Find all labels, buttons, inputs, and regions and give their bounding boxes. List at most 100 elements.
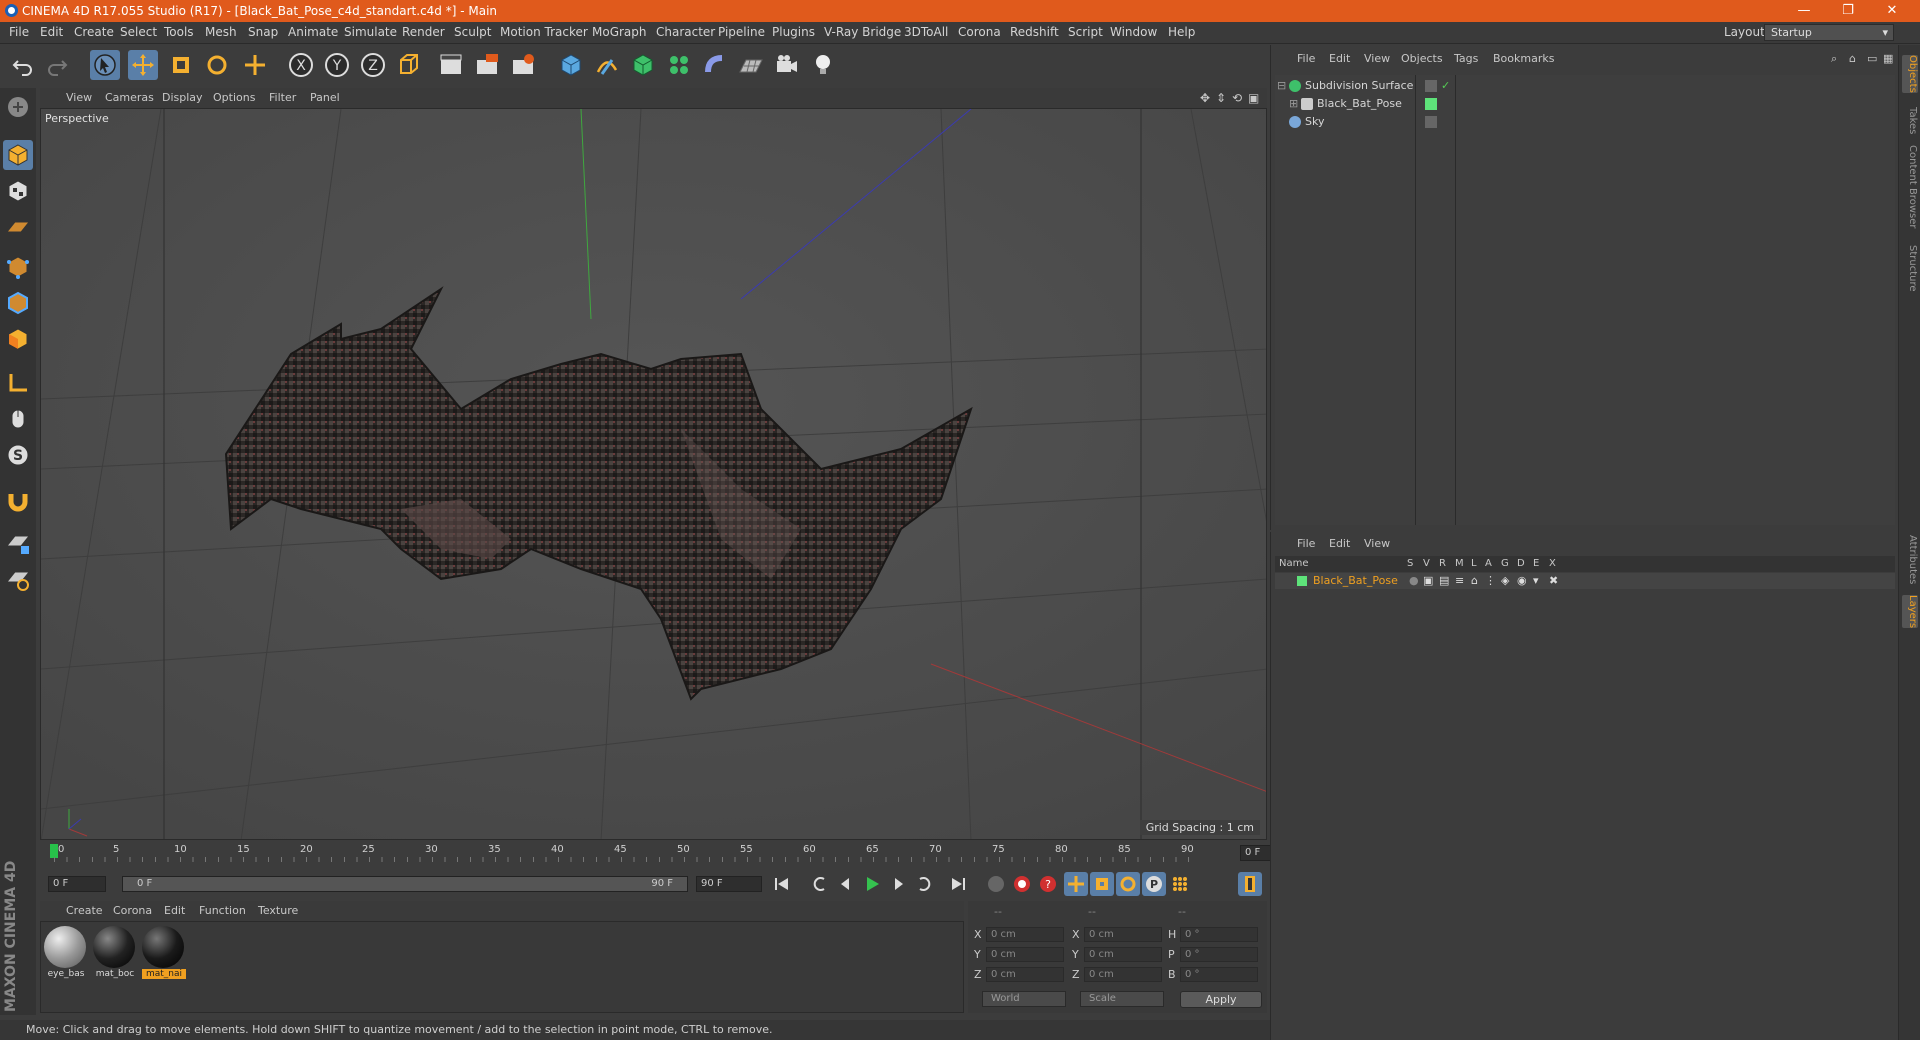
layer-row[interactable]: Black_Bat_Pose ● ▣ ▤ ≡ ⌂ ⋮ ◈ ◉ ▾ ✖ — [1275, 573, 1895, 589]
object-row-sky[interactable]: Sky — [1275, 113, 1895, 131]
menu-mograph[interactable]: MoGraph — [592, 25, 647, 39]
objects-menu-tags[interactable]: Tags — [1454, 52, 1478, 65]
play-button[interactable] — [860, 872, 884, 896]
menu-file[interactable]: File — [9, 25, 29, 39]
lock-icon[interactable]: ▭ — [1867, 52, 1877, 65]
viewport-menu-panel[interactable]: Panel — [310, 91, 340, 104]
render-view-button[interactable] — [436, 50, 466, 80]
frame-range-slider[interactable]: 0 F 90 F — [122, 876, 688, 892]
render-settings-button[interactable] — [508, 50, 538, 80]
maximize-button[interactable]: ❐ — [1828, 0, 1868, 22]
move-tool-button[interactable] — [128, 50, 158, 80]
object-row-black-bat-pose[interactable]: ⊞ Black_Bat_Pose — [1275, 95, 1895, 113]
menu-character[interactable]: Character — [656, 25, 715, 39]
undo-button[interactable] — [8, 50, 38, 80]
workplane-lock-button[interactable] — [3, 528, 33, 558]
z-axis-button[interactable]: Z — [358, 50, 388, 80]
collapse-icon[interactable]: ⊟ — [1277, 77, 1286, 95]
tab-content-browser[interactable]: Content Browser — [1902, 145, 1918, 228]
perspective-viewport[interactable]: Perspective Grid Spacing : 1 cm — [40, 108, 1267, 840]
objects-menu-view[interactable]: View — [1364, 52, 1390, 65]
menu-motion-tracker[interactable]: Motion Tracker — [500, 25, 588, 39]
layout-select[interactable]: Startup ▾ — [1764, 24, 1894, 41]
viewport-menu-cameras[interactable]: Cameras — [105, 91, 154, 104]
timeline-window-button[interactable] — [1238, 872, 1262, 896]
menu-pipeline[interactable]: Pipeline — [718, 25, 765, 39]
viewport-rotate-icon[interactable]: ⟲ — [1232, 91, 1242, 105]
rotate-tool-button[interactable] — [202, 50, 232, 80]
model-mode-button[interactable] — [3, 140, 33, 170]
pos-x-field[interactable]: 0 cm — [986, 927, 1064, 942]
menu-simulate[interactable]: Simulate — [344, 25, 397, 39]
tab-takes[interactable]: Takes — [1902, 107, 1918, 134]
menu-help[interactable]: Help — [1168, 25, 1195, 39]
pos-z-field[interactable]: 0 cm — [986, 967, 1064, 982]
workplane-mode-button[interactable] — [3, 212, 33, 242]
polygons-mode-button[interactable] — [3, 324, 33, 354]
render-to-picture-viewer-button[interactable] — [472, 50, 502, 80]
enabled-check-icon[interactable]: ✓ — [1441, 77, 1450, 95]
pen-spline-button[interactable] — [592, 50, 622, 80]
size-mode-select[interactable]: Scale — [1080, 991, 1164, 1007]
subdivision-surface-button[interactable] — [628, 50, 658, 80]
tweak-mode-button[interactable] — [3, 404, 33, 434]
material-swatch[interactable]: mat_boc — [93, 926, 137, 986]
redo-button[interactable] — [42, 50, 72, 80]
objects-menu-objects[interactable]: Objects — [1401, 52, 1443, 65]
menu-edit[interactable]: Edit — [40, 25, 63, 39]
menu-animate[interactable]: Animate — [288, 25, 338, 39]
solo-button[interactable]: S — [3, 440, 33, 470]
key-rotation-button[interactable] — [1116, 872, 1140, 896]
go-to-start-button[interactable] — [770, 872, 794, 896]
go-to-end-button[interactable] — [946, 872, 970, 896]
manager-toggle-icon[interactable]: ≡ — [1455, 573, 1464, 589]
menu-corona[interactable]: Corona — [958, 25, 1001, 39]
live-selection-button[interactable] — [90, 50, 120, 80]
animation-toggle-icon[interactable]: ⋮ — [1485, 573, 1496, 589]
menu-create[interactable]: Create — [74, 25, 114, 39]
viewport-menu-display[interactable]: Display — [162, 91, 203, 104]
viewport-menu-options[interactable]: Options — [213, 91, 255, 104]
viewport-maximize-icon[interactable]: ▣ — [1248, 91, 1259, 105]
next-key-button[interactable] — [912, 872, 936, 896]
material-menu-corona[interactable]: Corona — [113, 904, 152, 917]
tab-objects[interactable]: Objects — [1902, 55, 1918, 93]
tab-structure[interactable]: Structure — [1902, 245, 1918, 292]
menu-window[interactable]: Window — [1110, 25, 1157, 39]
menu-select[interactable]: Select — [120, 25, 157, 39]
key-position-button[interactable] — [1064, 872, 1088, 896]
rot-b-field[interactable]: 0 ° — [1180, 967, 1258, 982]
home-icon[interactable]: ⌂ — [1849, 52, 1856, 65]
layer-color-swatch[interactable] — [1297, 576, 1307, 586]
menu-sculpt[interactable]: Sculpt — [454, 25, 491, 39]
search-icon[interactable]: ⌕ — [1831, 52, 1837, 66]
timeline-ruler[interactable]: 0 5 10 15 20 25 30 35 40 45 50 55 60 65 … — [40, 842, 1300, 864]
apply-button[interactable]: Apply — [1180, 991, 1262, 1008]
rot-h-field[interactable]: 0 ° — [1180, 927, 1258, 942]
camera-button[interactable] — [772, 50, 802, 80]
playhead[interactable] — [50, 844, 58, 858]
edges-mode-button[interactable] — [3, 288, 33, 318]
menu-3dtoall[interactable]: 3DToAll — [904, 25, 948, 39]
previous-frame-button[interactable] — [834, 872, 858, 896]
object-row-subdivision-surface[interactable]: ⊟ Subdivision Surface ✓ — [1275, 77, 1895, 95]
material-menu-texture[interactable]: Texture — [258, 904, 298, 917]
material-swatch[interactable]: eye_bas — [44, 926, 88, 986]
menu-redshift[interactable]: Redshift — [1010, 25, 1059, 39]
next-frame-button[interactable] — [886, 872, 910, 896]
keyframe-selection-button[interactable]: ? — [1036, 872, 1060, 896]
record-keys-button[interactable] — [984, 872, 1008, 896]
make-editable-button[interactable] — [3, 92, 33, 122]
deformer-toggle-icon[interactable]: ◉ — [1517, 573, 1527, 589]
material-menu-edit[interactable]: Edit — [164, 904, 185, 917]
size-x-field[interactable]: 0 cm — [1084, 927, 1162, 942]
key-pla-button[interactable] — [1168, 872, 1192, 896]
layers-menu-file[interactable]: File — [1297, 537, 1315, 550]
viewport-menu-view[interactable]: View — [66, 91, 92, 104]
render-toggle-icon[interactable]: ▤ — [1439, 573, 1449, 589]
autokey-button[interactable] — [1010, 872, 1034, 896]
menu-vray-bridge[interactable]: V-Ray Bridge — [824, 25, 901, 39]
axis-mode-button[interactable] — [3, 368, 33, 398]
snap-button[interactable] — [3, 486, 33, 516]
points-mode-button[interactable] — [3, 252, 33, 282]
